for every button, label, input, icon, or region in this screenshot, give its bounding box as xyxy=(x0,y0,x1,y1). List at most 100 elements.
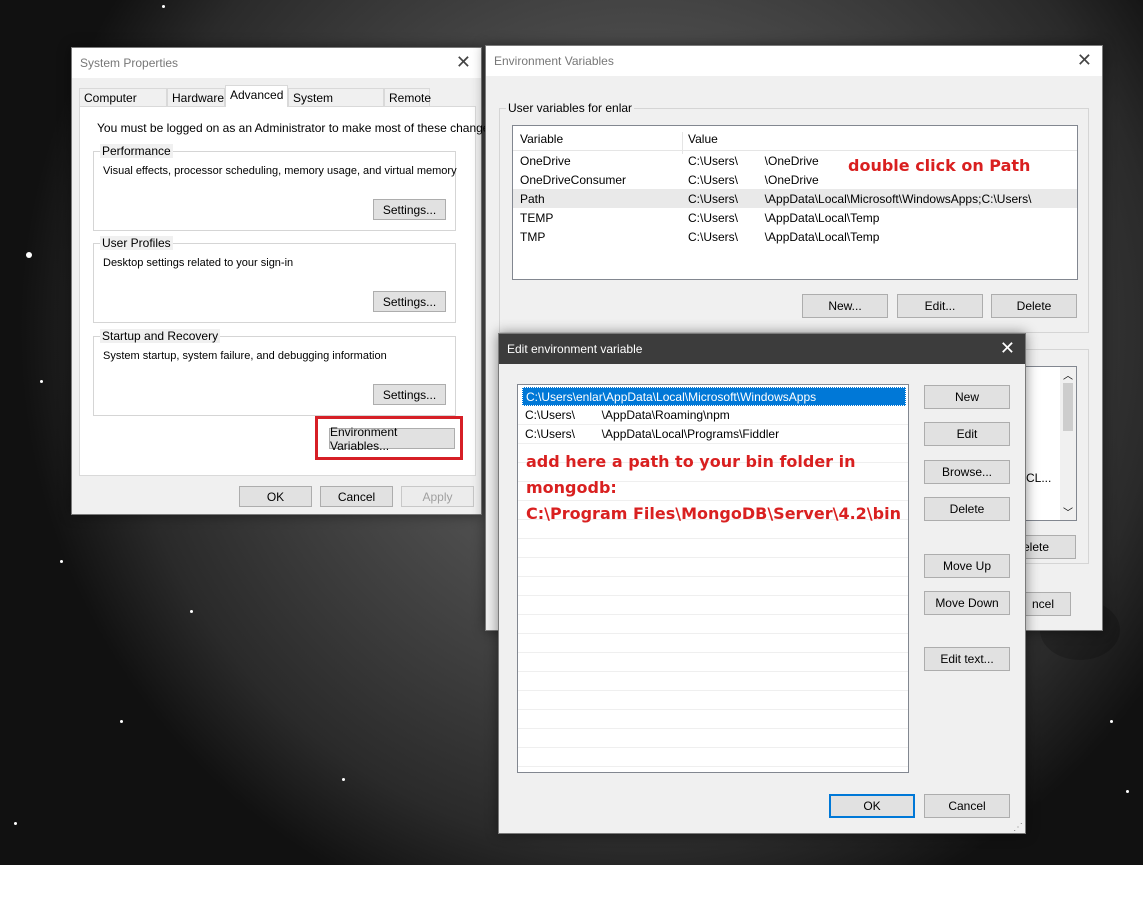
path-entries-list[interactable]: C:\Users\enlar\AppData\Local\Microsoft\W… xyxy=(517,384,909,773)
scroll-up-icon[interactable]: ︿ xyxy=(1063,367,1073,382)
empty-path-row[interactable] xyxy=(518,596,908,615)
empty-path-row[interactable] xyxy=(518,710,908,729)
path-entry-selected[interactable]: C:\Users\enlar\AppData\Local\Microsoft\W… xyxy=(522,387,906,406)
empty-path-row[interactable] xyxy=(518,558,908,577)
tab-system-protection[interactable]: System Protection xyxy=(288,88,384,123)
star xyxy=(26,252,32,258)
performance-label: Performance xyxy=(100,144,173,158)
ok-button[interactable]: OK xyxy=(239,486,312,507)
column-header-variable[interactable]: Variable xyxy=(520,132,563,146)
close-icon[interactable]: ✕ xyxy=(456,52,471,73)
edit-environment-variable-window: Edit environment variable ✕ C:\Users\enl… xyxy=(498,333,1026,834)
path-entry-text: C:\Users\ \AppData\Roaming\npm xyxy=(525,408,730,422)
empty-path-row[interactable] xyxy=(518,653,908,672)
performance-group: Performance Visual effects, processor sc… xyxy=(93,144,457,231)
path-entry-text: C:\Users\enlar\AppData\Local\Microsoft\W… xyxy=(526,390,817,404)
variable-name: Path xyxy=(520,192,545,206)
performance-description: Visual effects, processor scheduling, me… xyxy=(103,165,457,177)
variable-name: OneDriveConsumer xyxy=(520,173,627,187)
variable-value: C:\Users\ \OneDrive xyxy=(688,173,819,187)
move-down-button[interactable]: Move Down xyxy=(924,591,1010,615)
empty-path-row[interactable] xyxy=(518,634,908,653)
system-variable-value-partial: CL... xyxy=(1026,471,1052,485)
tab-remote[interactable]: Remote xyxy=(384,88,431,106)
path-entry-text: C:\Users\ \AppData\Local\Programs\Fiddle… xyxy=(525,427,780,441)
user-delete-button[interactable]: Delete xyxy=(991,294,1077,318)
variable-value: C:\Users\ \OneDrive xyxy=(688,154,819,168)
empty-path-row[interactable] xyxy=(518,539,908,558)
annotation-add-path-line3: C:\Program Files\MongoDB\Server\4.2\bin xyxy=(526,504,901,523)
user-profiles-settings-button[interactable]: Settings... xyxy=(373,291,446,312)
startup-settings-button[interactable]: Settings... xyxy=(373,384,446,405)
annotation-add-path-line2: mongodb: xyxy=(526,478,617,497)
annotation-path-hint: double click on Path xyxy=(848,156,1031,175)
environment-variables-titlebar: Environment Variables ✕ xyxy=(486,46,1102,76)
empty-path-row[interactable] xyxy=(518,691,908,710)
scroll-thumb[interactable] xyxy=(1063,383,1073,431)
variable-name: TEMP xyxy=(520,211,554,225)
performance-settings-button[interactable]: Settings... xyxy=(373,199,446,220)
tab-advanced[interactable]: Advanced xyxy=(225,85,288,107)
variable-name: OneDrive xyxy=(520,154,571,168)
tab-computer-name[interactable]: Computer Name xyxy=(79,88,167,123)
scroll-down-icon[interactable]: ﹀ xyxy=(1063,504,1073,519)
window-title: System Properties xyxy=(80,56,179,70)
user-edit-button[interactable]: Edit... xyxy=(897,294,983,318)
browse-button[interactable]: Browse... xyxy=(924,460,1010,484)
star xyxy=(40,380,43,383)
apply-button[interactable]: Apply xyxy=(401,486,474,507)
tab-hardware[interactable]: Hardware xyxy=(167,88,225,106)
edit-env-ok-button[interactable]: OK xyxy=(829,794,915,818)
path-entry[interactable]: C:\Users\ \AppData\Roaming\npm xyxy=(518,406,908,425)
path-entry[interactable]: C:\Users\ \AppData\Local\Programs\Fiddle… xyxy=(518,425,908,444)
close-icon[interactable]: ✕ xyxy=(1000,338,1015,359)
variable-value: C:\Users\ \AppData\Local\Microsoft\Windo… xyxy=(688,192,1032,206)
window-title: Environment Variables xyxy=(494,54,614,68)
startup-recovery-label: Startup and Recovery xyxy=(100,329,221,343)
list-item-path[interactable]: Path C:\Users\ \AppData\Local\Microsoft\… xyxy=(513,189,1077,208)
star xyxy=(190,610,193,613)
list-item[interactable]: TEMP C:\Users\ \AppData\Local\Temp xyxy=(513,208,1077,227)
close-icon[interactable]: ✕ xyxy=(1077,50,1092,71)
list-item[interactable]: TMP C:\Users\ \AppData\Local\Temp xyxy=(513,227,1077,246)
variable-name: TMP xyxy=(520,230,546,244)
user-new-button[interactable]: New... xyxy=(802,294,888,318)
move-up-button[interactable]: Move Up xyxy=(924,554,1010,578)
list-header: Variable Value xyxy=(513,128,1077,154)
resize-grip-icon[interactable]: ⋰ xyxy=(1013,822,1023,833)
cancel-button[interactable]: Cancel xyxy=(320,486,393,507)
user-profiles-label: User Profiles xyxy=(100,236,173,250)
user-profiles-description: Desktop settings related to your sign-in xyxy=(103,257,294,269)
star xyxy=(162,5,165,8)
edit-env-titlebar: Edit environment variable ✕ xyxy=(499,334,1025,364)
system-properties-titlebar: System Properties ✕ xyxy=(72,48,481,78)
user-variables-group: User variables for enlar Variable Value … xyxy=(499,101,1089,333)
edit-env-cancel-button[interactable]: Cancel xyxy=(924,794,1010,818)
variable-value: C:\Users\ \AppData\Local\Temp xyxy=(688,230,880,244)
variable-value: C:\Users\ \AppData\Local\Temp xyxy=(688,211,880,225)
empty-path-row[interactable] xyxy=(518,615,908,634)
edit-text-button[interactable]: Edit text... xyxy=(924,647,1010,671)
startup-recovery-description: System startup, system failure, and debu… xyxy=(103,350,387,362)
admin-note: You must be logged on as an Administrato… xyxy=(97,121,499,135)
list-scrollbar[interactable]: ︿ ﹀ xyxy=(1060,367,1076,520)
user-variables-list[interactable]: Variable Value OneDrive C:\Users\ \OneDr… xyxy=(512,125,1078,280)
annotation-add-path-line1: add here a path to your bin folder in xyxy=(526,452,856,471)
empty-path-row[interactable] xyxy=(518,577,908,596)
star xyxy=(342,778,345,781)
startup-recovery-group: Startup and Recovery System startup, sys… xyxy=(93,329,456,416)
star xyxy=(60,560,63,563)
edit-path-button[interactable]: Edit xyxy=(924,422,1010,446)
new-path-button[interactable]: New xyxy=(924,385,1010,409)
empty-path-row[interactable] xyxy=(518,672,908,691)
star xyxy=(14,822,17,825)
window-title: Edit environment variable xyxy=(507,342,643,356)
user-variables-label: User variables for enlar xyxy=(506,101,635,115)
star xyxy=(1126,790,1129,793)
user-profiles-group: User Profiles Desktop settings related t… xyxy=(93,236,456,323)
delete-path-button[interactable]: Delete xyxy=(924,497,1010,521)
empty-path-row[interactable] xyxy=(518,729,908,748)
star xyxy=(1110,720,1113,723)
empty-path-row[interactable] xyxy=(518,748,908,767)
star xyxy=(120,720,123,723)
